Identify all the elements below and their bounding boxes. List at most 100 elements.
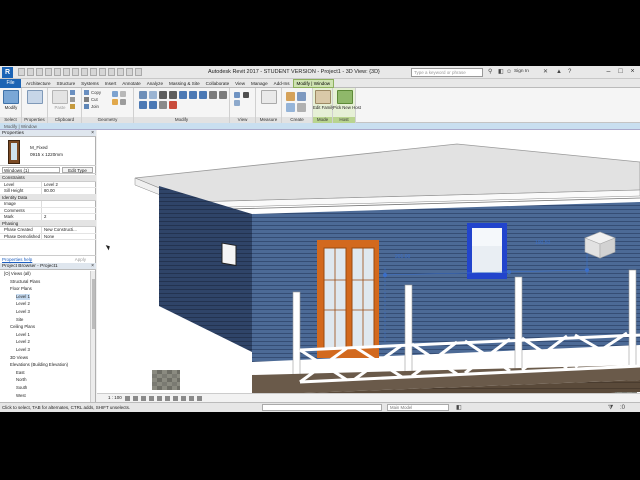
- copy-element-icon[interactable]: [189, 91, 197, 99]
- properties-help-link[interactable]: Properties help: [2, 256, 32, 263]
- dimension-left[interactable]: 201.00: [395, 254, 410, 260]
- undo-icon[interactable]: [45, 68, 52, 76]
- prop-value[interactable]: [42, 201, 96, 207]
- tab-massing-site[interactable]: Massing & Site: [166, 79, 203, 88]
- thin-lines-icon[interactable]: [117, 68, 124, 76]
- tab-architecture[interactable]: Architecture: [23, 79, 54, 88]
- properties-icon[interactable]: [27, 90, 43, 104]
- 3d-viewport[interactable]: 201.00 190.50: [97, 130, 640, 393]
- create-similar-icon[interactable]: [297, 103, 306, 112]
- delete-icon[interactable]: [169, 101, 177, 109]
- modify-arrow-icon[interactable]: [3, 90, 19, 104]
- cope-tool[interactable]: Copy: [84, 90, 101, 96]
- help-icon[interactable]: ?: [568, 69, 571, 76]
- tree-item[interactable]: Level 2: [16, 301, 30, 307]
- search-input[interactable]: Type a keyword or phrase: [411, 68, 483, 77]
- temporary-hide-icon[interactable]: [189, 396, 194, 401]
- create-group-icon[interactable]: [286, 103, 295, 112]
- tree-item[interactable]: 3D Views: [10, 355, 28, 361]
- align-icon[interactable]: [139, 91, 147, 99]
- workset-field[interactable]: [262, 404, 382, 411]
- switch-windows-icon[interactable]: [135, 68, 142, 76]
- tab-systems[interactable]: Systems: [78, 79, 102, 88]
- prop-row-phase-demolished[interactable]: Phase Demolished None: [0, 233, 96, 240]
- visual-style-icon[interactable]: [133, 396, 138, 401]
- copy-icon[interactable]: [70, 90, 77, 96]
- type-selector[interactable]: M_Fixed 0915 x 1220mm: [0, 137, 96, 166]
- file-tab[interactable]: File: [0, 79, 21, 88]
- measure-tool-icon[interactable]: [261, 90, 277, 104]
- tree-item[interactable]: Elevations (Building Elevation): [10, 362, 68, 368]
- prop-value[interactable]: Level 2: [42, 182, 96, 188]
- override-icon[interactable]: [243, 92, 249, 98]
- modify-button-label[interactable]: Modify: [0, 105, 22, 110]
- create-parts-icon[interactable]: [297, 92, 306, 101]
- rotate-icon[interactable]: [199, 91, 207, 99]
- 3d-view-icon[interactable]: [99, 68, 106, 76]
- tree-item[interactable]: Ceiling Plans: [10, 324, 35, 330]
- dimension-right[interactable]: 190.50: [535, 240, 550, 246]
- tree-item[interactable]: Level 2: [16, 339, 30, 345]
- tab-manage[interactable]: Manage: [248, 79, 271, 88]
- pick-new-host-label[interactable]: Pick New Host: [333, 105, 361, 110]
- instance-filter-dropdown[interactable]: Windows (1): [2, 167, 60, 173]
- tree-item[interactable]: [O] Views (all): [4, 271, 31, 277]
- search-icon[interactable]: ⚲: [488, 69, 492, 76]
- detail-level-icon[interactable]: [125, 396, 130, 401]
- trim-icon[interactable]: [209, 91, 217, 99]
- close-icon[interactable]: ×: [91, 263, 94, 270]
- paste-icon[interactable]: [52, 90, 68, 104]
- tree-item[interactable]: Level 1: [16, 293, 30, 300]
- lock-3d-icon[interactable]: [181, 396, 186, 401]
- create-assembly-icon[interactable]: [286, 92, 295, 101]
- subscription-icon[interactable]: ◧: [498, 69, 504, 76]
- filter-icon[interactable]: ⧩: [608, 405, 613, 412]
- show-crop-icon[interactable]: [173, 396, 178, 401]
- cut-tool[interactable]: Cut: [84, 97, 98, 103]
- measure-icon[interactable]: [72, 68, 79, 76]
- linework-icon[interactable]: [234, 100, 240, 106]
- tree-item[interactable]: East: [16, 370, 25, 376]
- print-icon[interactable]: [63, 68, 70, 76]
- a360-icon[interactable]: ▲: [556, 69, 562, 76]
- sign-in-button[interactable]: Sign In: [514, 69, 529, 74]
- tree-item[interactable]: West: [16, 393, 26, 399]
- paste-label[interactable]: Paste: [50, 105, 70, 110]
- shadows-icon[interactable]: [149, 396, 154, 401]
- view-scale[interactable]: 1 : 100: [108, 395, 122, 400]
- sun-path-icon[interactable]: [141, 396, 146, 401]
- prop-value[interactable]: 2: [42, 214, 96, 220]
- tree-item[interactable]: Structural Plans: [10, 279, 40, 285]
- apply-button[interactable]: Apply: [75, 256, 86, 263]
- prop-value[interactable]: None: [42, 234, 96, 240]
- editable-only-icon[interactable]: ◧: [456, 405, 462, 412]
- close-button[interactable]: ×: [627, 67, 638, 77]
- edit-family-icon[interactable]: [315, 90, 331, 104]
- tab-collaborate[interactable]: Collaborate: [203, 79, 233, 88]
- mirror-draw-icon[interactable]: [169, 91, 177, 99]
- user-icon[interactable]: ☺: [506, 69, 512, 76]
- exchange-icon[interactable]: ✕: [543, 69, 548, 76]
- minimize-button[interactable]: –: [603, 67, 614, 77]
- edit-family-label[interactable]: Edit Family: [313, 105, 334, 110]
- pin-icon[interactable]: [159, 101, 167, 109]
- prop-value[interactable]: [42, 208, 96, 214]
- redo-icon[interactable]: [54, 68, 61, 76]
- sync-icon[interactable]: [36, 68, 43, 76]
- tree-item[interactable]: Level 3: [16, 347, 30, 353]
- tab-add-ins[interactable]: Add-Ins: [271, 79, 293, 88]
- prop-value[interactable]: 80.00: [42, 188, 96, 194]
- project-browser-scrollbar[interactable]: [90, 271, 95, 402]
- close-hidden-icon[interactable]: [126, 68, 133, 76]
- tree-item[interactable]: Floor Plans: [10, 286, 32, 292]
- split-icon[interactable]: [219, 91, 227, 99]
- open-icon[interactable]: [18, 68, 25, 76]
- array-icon[interactable]: [139, 101, 147, 109]
- house-3d-model[interactable]: [97, 130, 640, 393]
- tab-structure[interactable]: Structure: [54, 79, 79, 88]
- dimension-icon[interactable]: [81, 68, 88, 76]
- tab-modify-window[interactable]: Modify | Window: [292, 79, 335, 88]
- save-icon[interactable]: [27, 68, 34, 76]
- move-icon[interactable]: [179, 91, 187, 99]
- wall-joins-icon[interactable]: [112, 91, 118, 97]
